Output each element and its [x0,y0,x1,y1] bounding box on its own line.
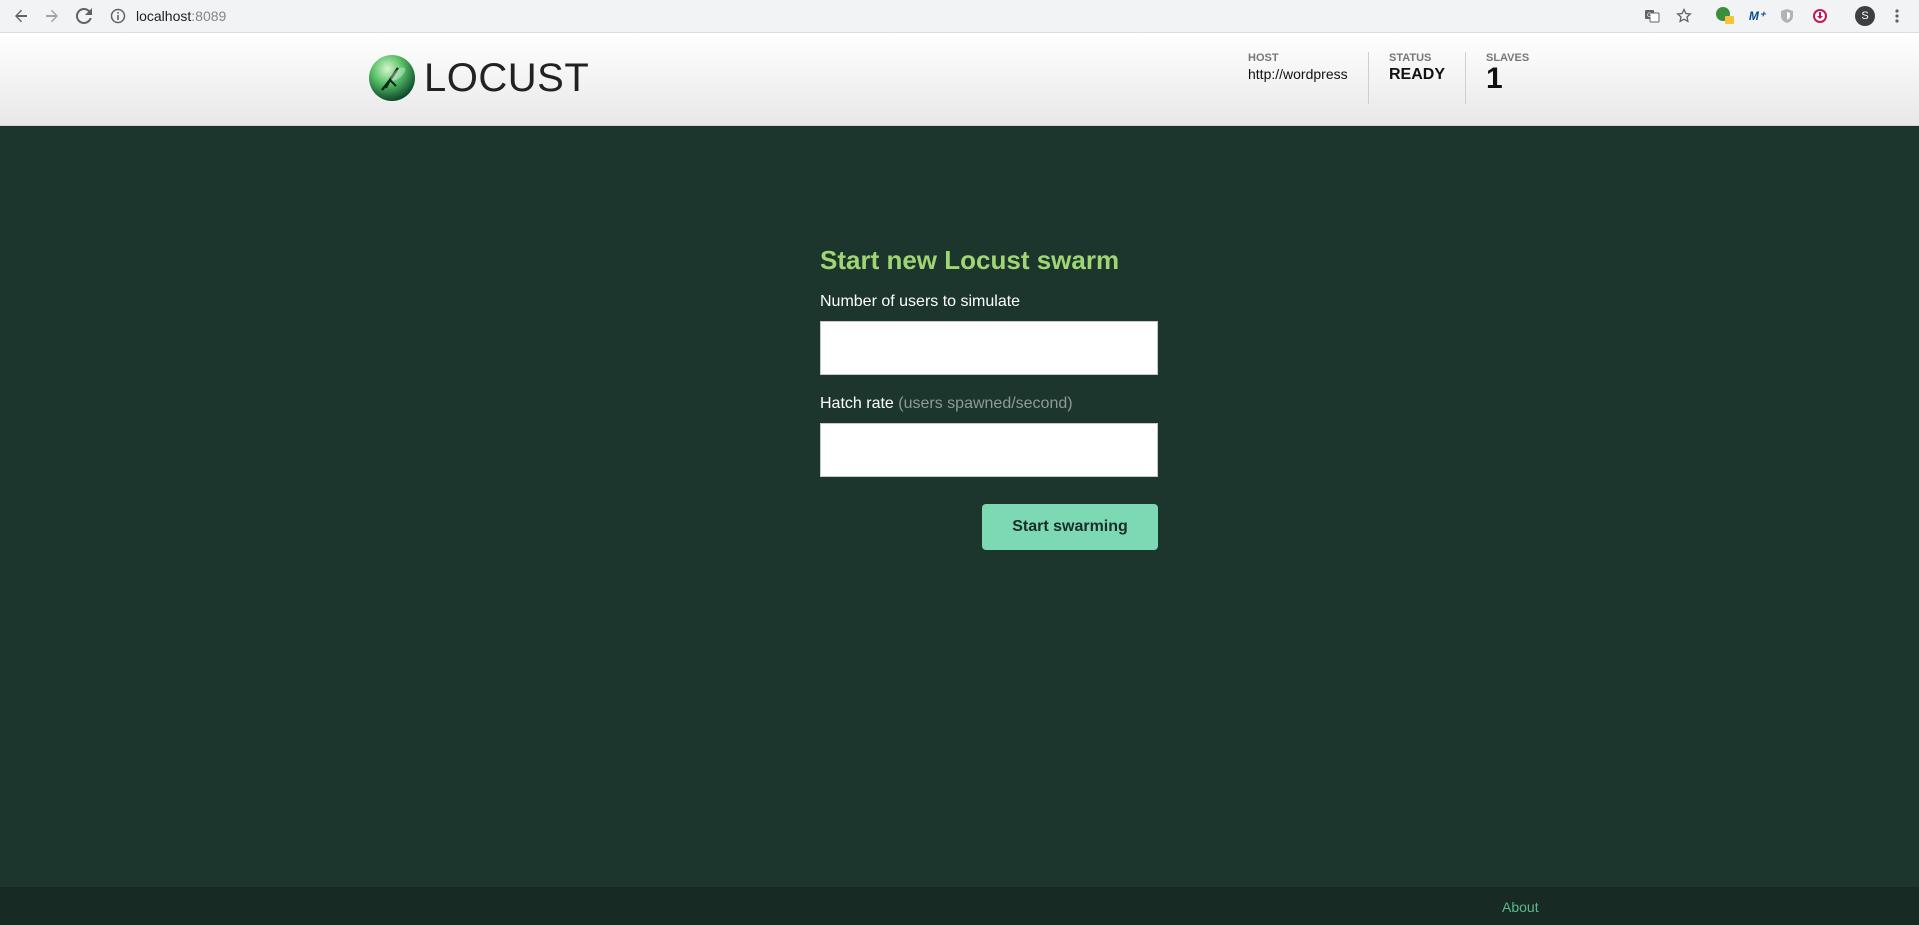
download-circle-icon [1813,9,1827,23]
locust-logo[interactable]: LOCUST [368,54,589,102]
users-label: Number of users to simulate [820,292,1021,310]
status-label: STATUS [1389,52,1432,64]
translate-button[interactable]: G [1641,5,1663,27]
host-stat: HOST http://wordpress [1248,52,1348,82]
extension-globe-button[interactable] [1714,5,1736,27]
about-link[interactable]: About [1502,899,1539,915]
swarm-form: Start new Locust swarm Number of users t… [820,245,1158,550]
svg-text:G: G [1647,12,1652,19]
slaves-count: 1 [1486,62,1503,95]
browser-toolbar: localhost:8089 G M⁺ S [0,0,1919,33]
star-icon [1676,8,1692,23]
hatch-rate-label: Hatch rate (users spawned/second) [820,395,1158,413]
host-label: HOST [1248,52,1279,64]
extension-shield-button[interactable] [1776,5,1798,27]
url-host: localhost [136,8,192,24]
slaves-stat: SLAVES 1 [1486,52,1529,94]
arrow-left-icon [15,9,27,23]
start-swarming-button[interactable]: Start swarming [982,504,1158,550]
translate-icon: G [1645,10,1660,23]
bookmark-button[interactable] [1673,5,1695,27]
footer: About [0,887,1919,925]
globe-extension-icon [1716,7,1734,24]
hatch-rate-input[interactable] [820,422,1158,477]
header-divider [1465,52,1466,104]
forward-button[interactable] [40,4,64,28]
form-title: Start new Locust swarm [820,245,1120,275]
avatar: S [1855,6,1875,26]
hatch-rate-text: Hatch rate [820,394,894,412]
shield-icon [1781,9,1793,23]
extension-m-button[interactable]: M⁺ [1746,5,1768,27]
reload-button[interactable] [72,4,96,28]
users-input[interactable] [820,320,1158,375]
profile-button[interactable]: S [1854,5,1876,27]
hatch-rate-hint: (users spawned/second) [898,394,1073,412]
url-port: :8089 [191,8,227,24]
info-icon [110,8,126,24]
extension-download-button[interactable] [1809,5,1831,27]
reload-icon [76,8,92,24]
host-value: http://wordpress [1248,66,1348,82]
header-divider [1368,52,1369,104]
m-extension-icon: M⁺ [1748,9,1766,23]
status-value: READY [1389,66,1446,83]
brand-name: LOCUST [424,56,590,100]
status-stat: STATUS READY [1389,52,1445,84]
address-bar[interactable]: localhost:8089 [110,3,1610,29]
back-button[interactable] [9,4,33,28]
locust-globe-icon [369,55,415,101]
kebab-menu-icon [1895,9,1899,23]
avatar-initial: S [1861,10,1869,22]
locust-header: LOCUST HOST http://wordpress STATUS READ… [0,33,1919,126]
browser-menu-button[interactable] [1886,5,1908,27]
arrow-right-icon [46,9,58,23]
